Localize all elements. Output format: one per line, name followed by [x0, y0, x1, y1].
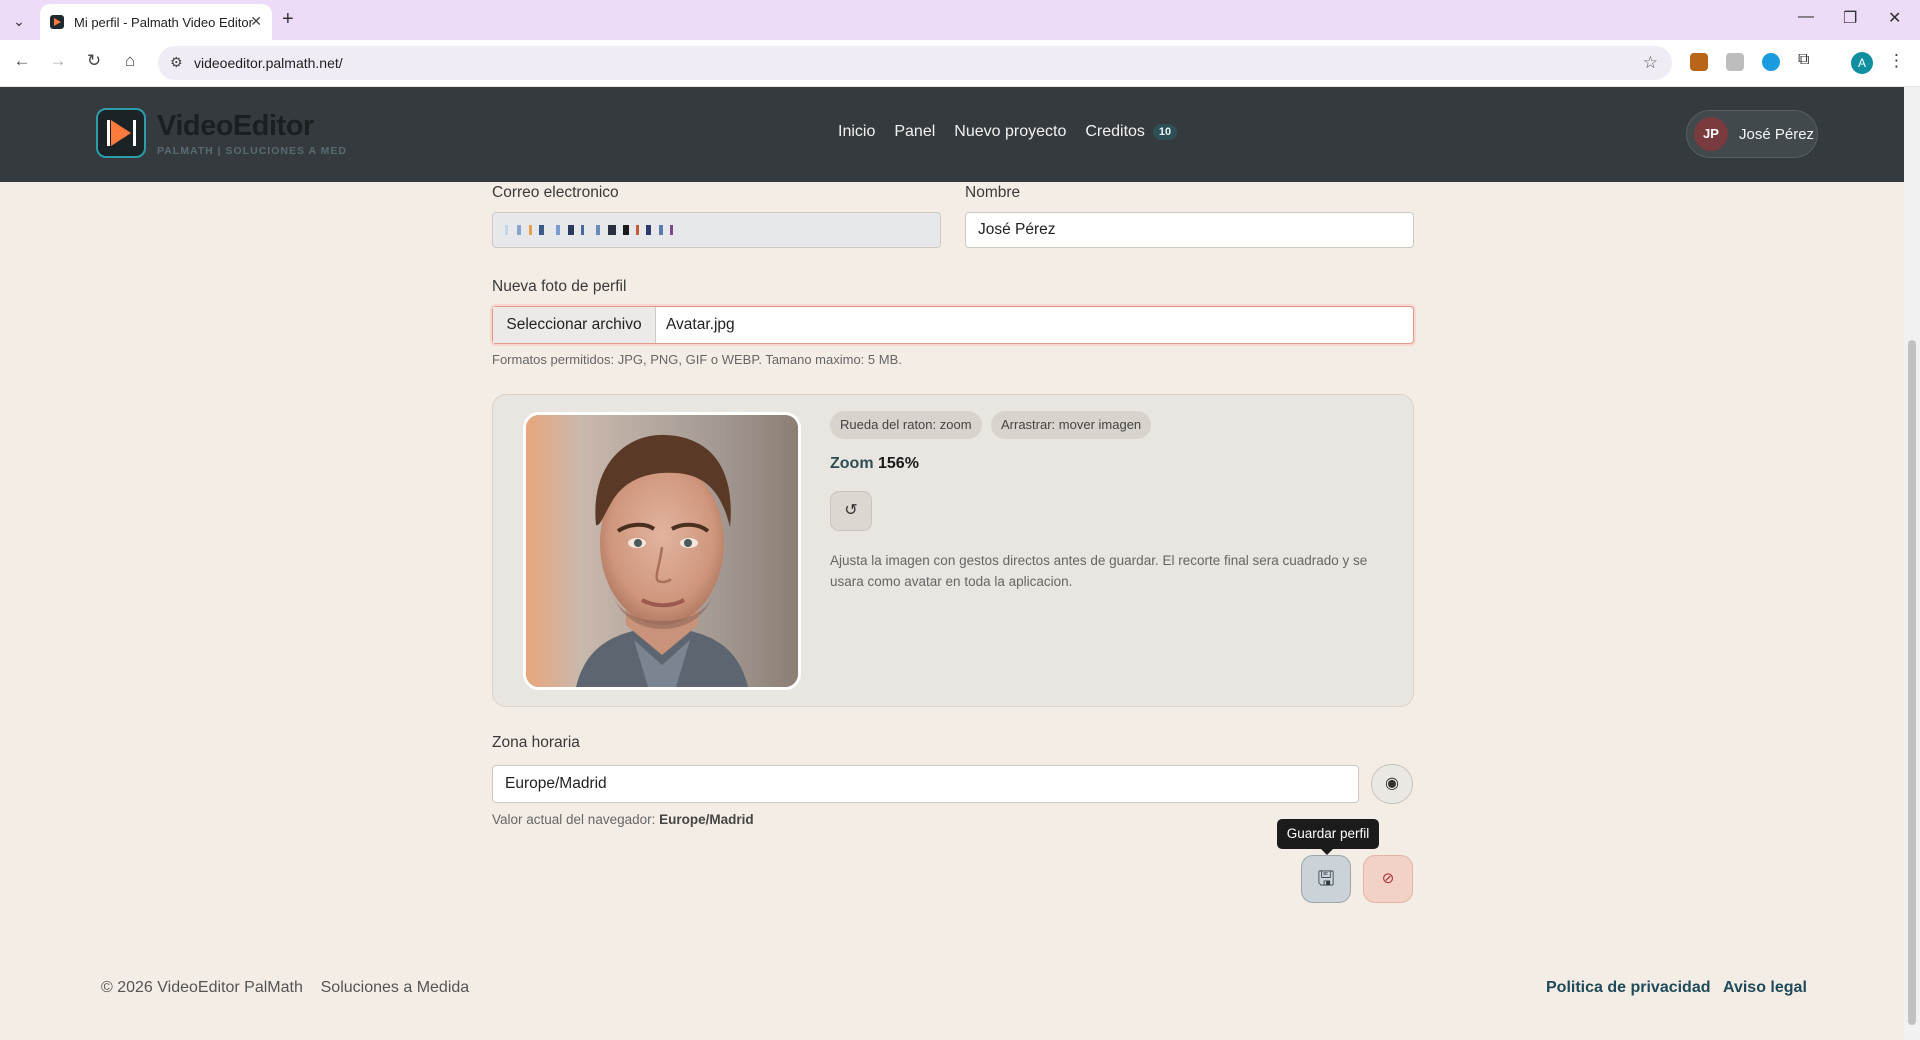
minimize-icon[interactable]: — — [1798, 8, 1814, 26]
reload-icon[interactable]: ↻ — [82, 51, 106, 71]
zoom-readout: Zoom 156% — [830, 455, 919, 473]
home-icon[interactable]: ⌂ — [118, 51, 142, 71]
bookmark-star-icon[interactable]: ☆ — [1643, 53, 1658, 73]
browser-menu-icon[interactable]: ⋮ — [1888, 51, 1905, 71]
hint-chip-drag: Arrastrar: mover imagen — [991, 411, 1152, 439]
detect-timezone-button[interactable]: ◉ — [1371, 764, 1413, 804]
email-label: Correo electronico — [492, 184, 619, 201]
tab-title: Mi perfil - Palmath Video Editor — [74, 14, 253, 30]
hint-chip-zoom: Rueda del raton: zoom — [830, 411, 982, 439]
reset-icon: ↺ — [844, 502, 858, 519]
extension-1-icon[interactable] — [1690, 53, 1708, 71]
url-text: videoeditor.palmath.net/ — [194, 55, 343, 71]
zoom-value: 156% — [878, 455, 919, 472]
page-scrollbar-thumb[interactable] — [1908, 340, 1916, 1025]
nav-inicio[interactable]: Inicio — [838, 123, 875, 141]
email-field — [492, 212, 941, 248]
timezone-hint-value: Europe/Madrid — [659, 812, 754, 827]
name-field[interactable]: José Pérez — [965, 212, 1414, 248]
extension-2-icon[interactable] — [1726, 53, 1744, 71]
avatar-crop-image[interactable] — [523, 412, 801, 690]
timezone-hint-prefix: Valor actual del navegador: — [492, 812, 656, 827]
new-tab-plus-icon[interactable]: + — [282, 8, 294, 31]
restore-icon[interactable]: ❐ — [1843, 8, 1857, 28]
extensions-puzzle-icon[interactable]: ⧉ — [1798, 51, 1816, 69]
reset-zoom-button[interactable]: ↺ — [830, 491, 872, 531]
timezone-input[interactable]: Europe/Madrid — [492, 765, 1359, 803]
target-icon: ◉ — [1385, 775, 1399, 792]
footer-left: © 2026 VideoEditor PalMath Soluciones a … — [101, 979, 469, 997]
user-menu[interactable]: JP José Pérez — [1686, 110, 1818, 158]
nav-creditos[interactable]: Creditos 10 — [1085, 123, 1178, 141]
brand-name[interactable]: VideoEditor — [157, 110, 314, 143]
footer-tagline: Soluciones a Medida — [320, 979, 470, 996]
main-nav: Inicio Panel Nuevo proyecto Creditos 10 — [838, 123, 1178, 141]
browser-profile-avatar[interactable]: A — [1851, 52, 1873, 74]
save-tooltip: Guardar perfil — [1277, 819, 1379, 855]
nav-creditos-label: Creditos — [1085, 123, 1145, 140]
browser-toolbar: ← → ↻ ⌂ ⚙ videoeditor.palmath.net/ ☆ ⧉ A… — [0, 40, 1920, 87]
brand-tagline: PALMATH | SOLUCIONES A MED — [157, 145, 347, 157]
file-name: Avatar.jpg — [666, 316, 735, 333]
user-name: José Pérez — [1739, 126, 1815, 143]
legal-link[interactable]: Aviso legal — [1723, 979, 1807, 997]
browser-tab-strip: ⌄ Mi perfil - Palmath Video Editor ✕ + —… — [0, 0, 1920, 40]
tab-search-chevron-icon[interactable]: ⌄ — [8, 10, 30, 32]
timezone-label: Zona horaria — [492, 734, 580, 751]
choose-file-button[interactable]: Seleccionar archivo — [493, 307, 656, 343]
nav-nuevo-proyecto[interactable]: Nuevo proyecto — [954, 123, 1066, 141]
avatar-cropper: Rueda del raton: zoom Arrastrar: mover i… — [492, 394, 1414, 707]
tab-close-icon[interactable]: ✕ — [250, 13, 262, 30]
name-label: Nombre — [965, 184, 1021, 201]
address-bar[interactable]: ⚙ videoeditor.palmath.net/ ☆ — [158, 46, 1672, 80]
nav-panel[interactable]: Panel — [894, 123, 935, 141]
photo-label: Nueva foto de perfil — [492, 278, 627, 295]
file-hint: Formatos permitidos: JPG, PNG, GIF o WEB… — [492, 352, 902, 367]
browser-tab-active[interactable]: Mi perfil - Palmath Video Editor ✕ — [40, 4, 272, 40]
save-profile-button[interactable]: 🖫 — [1301, 855, 1351, 903]
download-extension-icon[interactable] — [1762, 53, 1780, 71]
credits-badge: 10 — [1152, 123, 1178, 140]
cropper-description: Ajusta la imagen con gestos directos ant… — [830, 553, 1368, 589]
forward-arrow-icon[interactable]: → — [46, 51, 70, 71]
site-settings-icon[interactable]: ⚙ — [170, 54, 183, 71]
favicon-icon — [50, 15, 64, 29]
zoom-label: Zoom — [830, 455, 874, 472]
file-input[interactable]: Seleccionar archivo Avatar.jpg — [492, 306, 1414, 344]
timezone-hint: Valor actual del navegador: Europe/Madri… — [492, 812, 754, 827]
cancel-circle-icon: ⊘ — [1381, 870, 1395, 887]
window-close-icon[interactable]: ✕ — [1888, 8, 1901, 28]
app-header: VideoEditor PALMATH | SOLUCIONES A MED I… — [0, 87, 1904, 182]
floppy-disk-icon: 🖫 — [1317, 868, 1335, 890]
privacy-link[interactable]: Politica de privacidad — [1546, 979, 1711, 997]
avatar: JP — [1694, 117, 1728, 151]
footer-copyright: © 2026 VideoEditor PalMath — [101, 979, 303, 996]
logo-icon[interactable] — [96, 108, 146, 158]
email-redacted-value — [505, 221, 674, 238]
cancel-button[interactable]: ⊘ — [1363, 855, 1413, 903]
back-arrow-icon[interactable]: ← — [10, 51, 34, 71]
